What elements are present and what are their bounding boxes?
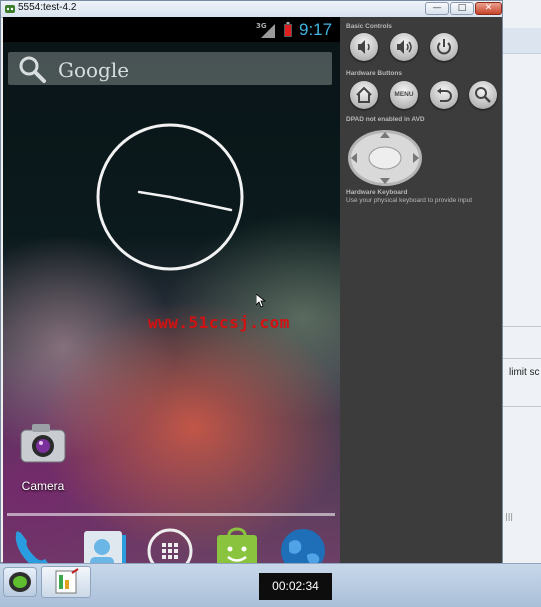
maximize-button[interactable]: □: [450, 2, 474, 15]
emulator-window: 5554:test-4.2 — □ ✕ 3G 9:17 Google www.5…: [0, 0, 503, 563]
background-window-header: [503, 28, 541, 54]
search-icon: [475, 87, 491, 103]
recorder-app-icon: [55, 568, 79, 594]
minimize-button[interactable]: —: [425, 2, 449, 15]
search-icon: [19, 56, 46, 83]
home-button[interactable]: [350, 81, 378, 109]
status-clock: 9:17: [299, 20, 333, 39]
volume-down-button[interactable]: [350, 33, 378, 61]
contacts-icon[interactable]: [80, 525, 128, 563]
google-search-bar[interactable]: Google: [8, 52, 332, 85]
taskbar: 00:02:34: [0, 563, 541, 607]
dock-divider: [7, 513, 335, 516]
background-window-text: limit sc: [509, 367, 540, 378]
play-store-icon[interactable]: [213, 525, 261, 563]
analog-clock-widget[interactable]: [95, 122, 245, 272]
camera-label: Camera: [21, 479, 65, 493]
app-shortcut-camera[interactable]: Camera: [15, 421, 71, 501]
window-title: 5554:test-4.2: [18, 2, 77, 13]
android-app-icon: [9, 572, 31, 592]
search-bar-label: Google: [58, 58, 130, 82]
volume-up-button[interactable]: [390, 33, 418, 61]
menu-button[interactable]: MENU: [390, 81, 418, 109]
device-screen[interactable]: 3G 9:17 Google www.51ccsj.com Camera: [3, 17, 340, 563]
watermark-text: www.51ccsj.com: [148, 313, 290, 332]
dpad-control[interactable]: [347, 129, 423, 187]
scrollbar-handle[interactable]: |||: [505, 512, 539, 523]
signal-strength-icon: [261, 24, 275, 38]
taskbar-recorder-app[interactable]: [41, 566, 91, 598]
emulator-controls-panel: Basic Controls Hardware Buttons MENU DPA…: [340, 17, 502, 563]
close-button[interactable]: ✕: [475, 2, 502, 15]
volume-up-icon: [397, 40, 412, 54]
phone-icon[interactable]: [9, 525, 57, 563]
power-button[interactable]: [430, 33, 458, 61]
menu-button-label: MENU: [394, 91, 414, 98]
volume-down-icon: [358, 40, 370, 54]
divider: [503, 406, 541, 407]
dpad-status-text: DPAD not enabled in AVD: [346, 116, 425, 123]
mouse-cursor-icon: [256, 294, 266, 308]
hardware-search-button[interactable]: [469, 81, 497, 109]
hardware-keyboard-hint: Use your physical keyboard to provide in…: [346, 197, 473, 204]
basic-controls-heading: Basic Controls: [346, 23, 392, 30]
hardware-keyboard-heading: Hardware Keyboard: [346, 189, 408, 196]
back-icon: [437, 88, 452, 102]
divider: [503, 358, 541, 359]
browser-globe-icon[interactable]: [279, 525, 327, 563]
recording-timer: 00:02:34: [259, 573, 332, 600]
all-apps-icon[interactable]: [146, 525, 194, 563]
divider: [503, 326, 541, 327]
battery-icon: [284, 22, 292, 37]
power-icon: [437, 39, 451, 55]
camera-icon: [20, 424, 66, 463]
back-button[interactable]: [430, 81, 458, 109]
title-bar[interactable]: 5554:test-4.2 — □ ✕: [1, 1, 502, 18]
android-app-icon: [5, 5, 15, 13]
background-window[interactable]: limit sc |||: [503, 0, 541, 563]
taskbar-android-app[interactable]: [3, 567, 37, 597]
hardware-buttons-heading: Hardware Buttons: [346, 70, 402, 77]
home-icon: [356, 86, 372, 103]
status-bar: 3G 9:17: [3, 17, 340, 42]
